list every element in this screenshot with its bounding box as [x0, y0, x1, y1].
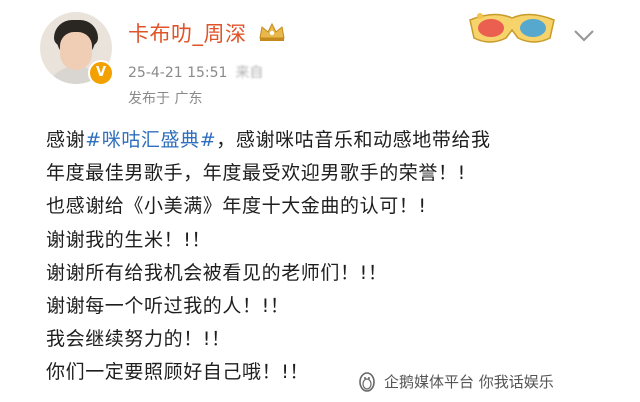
location-label: 发布于 广东: [128, 91, 203, 107]
post-line: 谢谢每一个听过我的人！!！: [46, 295, 290, 318]
topic-link[interactable]: #咪咕汇盛典#: [85, 129, 216, 151]
post-body: 感谢#咪咕汇盛典#，感谢咪咕音乐和动感地带给我 年度最佳男歌手，年度最受欢迎男歌…: [46, 124, 606, 390]
watermark: 企鹅媒体平台 你我话娱乐: [356, 368, 554, 394]
post-line: 也感谢给《小美满》年度十大金曲的认可！!: [46, 195, 427, 218]
post-line: 谢谢我的生米！!！: [46, 228, 212, 251]
avatar[interactable]: V: [40, 12, 114, 86]
post-line: 谢谢所有给我机会被看见的老师们！!！: [46, 261, 388, 284]
verified-badge-icon: V: [88, 60, 114, 86]
timestamp[interactable]: 25-4-21 15:51: [128, 65, 227, 81]
post-text: 感谢: [46, 129, 86, 151]
post-line: 我会继续努力的！!！: [46, 328, 231, 351]
watermark-text: 企鹅媒体平台 你我话娱乐: [384, 372, 554, 391]
post-text: ，感谢咪咕音乐和动感地带给我: [216, 129, 491, 151]
source-label: 来自: [235, 65, 264, 81]
crown-icon: [259, 22, 285, 41]
penguin-icon: [359, 372, 375, 392]
username-link[interactable]: 卡布叻_周深: [128, 18, 247, 48]
post-line: 感谢#咪咕汇盛典#，感谢咪咕音乐和动感地带给我: [46, 124, 606, 157]
post-header: V 卡布叻_周深 25-4-21 15:51 来自 发布于 广东: [0, 0, 640, 118]
post-line: 年度最佳男歌手，年度最受欢迎男歌手的荣誉！!: [46, 162, 466, 185]
3d-glasses-icon: [469, 13, 555, 43]
chevron-down-icon[interactable]: [572, 28, 596, 44]
post-meta: 25-4-21 15:51 来自: [128, 62, 263, 82]
